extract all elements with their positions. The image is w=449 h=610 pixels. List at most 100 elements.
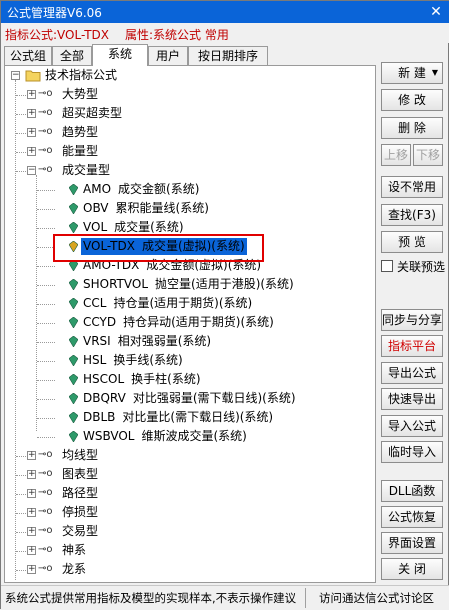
formula-code: HSCOL (83, 372, 125, 386)
formula-desc: 维斯波成交量(系统) (141, 429, 247, 443)
key-icon: ⊸o (38, 506, 53, 517)
formula-desc: 累积能量线(系统) (115, 201, 209, 215)
checkbox-box[interactable] (381, 260, 393, 272)
temp-import-button[interactable]: 临时导入 (381, 441, 443, 463)
move-up-button[interactable]: 上移 (381, 144, 411, 166)
formula-code: CCL (83, 296, 107, 310)
window-title: 公式管理器V6.06 (7, 6, 102, 20)
formula-desc: 对比量比(需下载日线)(系统) (122, 410, 274, 424)
formula-code: SHORTVOL (83, 277, 149, 291)
tree-root-label: 技术指标公式 (45, 68, 118, 82)
tab-formula-group[interactable]: 公式组 (4, 46, 52, 66)
tree-group-label: 神系 (62, 543, 87, 557)
formula-code: OBV (83, 201, 109, 215)
formula-icon (69, 355, 78, 366)
formula-desc: 成交金额(系统) (118, 182, 200, 196)
formula-code: VRSI (83, 334, 111, 348)
preview-button[interactable]: 预 览 (381, 231, 443, 253)
dll-function-button[interactable]: DLL函数 (381, 480, 443, 502)
formula-icon (69, 431, 78, 442)
tree-group-label: 大势型 (62, 87, 99, 101)
key-icon: ⊸o (38, 525, 53, 536)
formula-desc: 换手柱(系统) (131, 372, 201, 386)
tree-group-label: 能量型 (62, 144, 99, 158)
expand-icon[interactable]: + (27, 147, 36, 156)
move-down-button[interactable]: 下移 (413, 144, 443, 166)
formula-desc: 持仓异动(适用于期货)(系统) (123, 315, 274, 329)
expand-icon[interactable]: + (27, 546, 36, 555)
ui-settings-button[interactable]: 界面设置 (381, 532, 443, 554)
tree-group-label: 路径型 (62, 486, 99, 500)
formula-icon (69, 393, 78, 404)
key-icon: ⊸o (38, 487, 53, 498)
formula-icon (69, 336, 78, 347)
formula-info-bar: 指标公式:VOL-TDX 属性:系统公式 常用 (1, 23, 449, 43)
tab-sort-by-date[interactable]: 按日期排序 (188, 46, 268, 66)
tab-strip: 公式组 全部 系统 用户 按日期排序 (4, 44, 376, 66)
formula-code: DBQRV (83, 391, 126, 405)
export-formula-button[interactable]: 导出公式 (381, 362, 443, 384)
close-button[interactable]: 关 闭 (381, 558, 443, 580)
forum-link[interactable]: 访问通达信公式讨论区 (319, 589, 434, 607)
folder-icon (25, 70, 41, 82)
formula-code: WSBVOL (83, 429, 135, 443)
tree-group-label: 交易型 (62, 524, 99, 538)
tab-all[interactable]: 全部 (52, 46, 92, 66)
formula-icon (69, 298, 78, 309)
formula-manager-window: 公式管理器V6.06 ✕ 指标公式:VOL-TDX 属性:系统公式 常用 公式组… (0, 0, 449, 610)
tree-group-label: 龙系 (62, 562, 87, 576)
key-icon: ⊸o (38, 126, 53, 137)
restore-formula-button[interactable]: 公式恢复 (381, 506, 443, 528)
expand-icon[interactable]: + (27, 90, 36, 99)
expand-icon[interactable]: + (27, 109, 36, 118)
delete-button[interactable]: 删 除 (381, 117, 443, 139)
formula-icon (69, 374, 78, 385)
tree-group-label: 超买超卖型 (62, 106, 123, 120)
indicator-label: 指标公式:VOL-TDX (5, 28, 109, 42)
new-button[interactable]: 新 建 ▼ (381, 62, 443, 84)
formula-code: AMO (83, 182, 112, 196)
indicator-platform-button[interactable]: 指标平台 (381, 335, 443, 357)
formula-icon (69, 279, 78, 290)
tree-group-label: 停损型 (62, 505, 99, 519)
sync-share-button[interactable]: 同步与分享 (381, 309, 443, 331)
chevron-down-icon[interactable]: ▼ (432, 63, 438, 83)
title-bar: 公式管理器V6.06 ✕ (1, 1, 449, 23)
key-icon: ⊸o (38, 449, 53, 460)
expand-icon[interactable]: + (27, 451, 36, 460)
find-button[interactable]: 查找(F3) (381, 204, 443, 226)
key-icon: ⊸o (38, 88, 53, 99)
formula-code: CCYD (83, 315, 117, 329)
collapse-icon[interactable]: − (11, 71, 20, 80)
set-uncommon-button[interactable]: 设不常用 (381, 176, 443, 198)
formula-icon (69, 317, 78, 328)
tree-group-label: 成交量型 (62, 163, 111, 177)
expand-icon[interactable]: + (27, 128, 36, 137)
tree-group-label: 均线型 (62, 448, 99, 462)
quick-export-button[interactable]: 快速导出 (381, 388, 443, 410)
key-icon: ⊸o (38, 145, 53, 156)
expand-icon[interactable]: + (27, 489, 36, 498)
expand-icon[interactable]: + (27, 508, 36, 517)
tab-system[interactable]: 系统 (92, 44, 148, 66)
expand-icon[interactable]: + (27, 527, 36, 536)
key-icon: ⊸o (38, 563, 53, 574)
status-bar: 系统公式提供常用指标及模型的实现样本,不表示操作建议 访问通达信公式讨论区 (1, 585, 449, 610)
key-icon: ⊸o (38, 468, 53, 479)
import-formula-button[interactable]: 导入公式 (381, 415, 443, 437)
formula-code: DBLB (83, 410, 116, 424)
formula-icon (69, 184, 78, 195)
formula-desc: 持仓量(适用于期货)(系统) (113, 296, 253, 310)
tab-user[interactable]: 用户 (148, 46, 188, 66)
expand-icon[interactable]: + (27, 470, 36, 479)
close-icon[interactable]: ✕ (422, 1, 449, 23)
tree-group-label: 图表型 (62, 467, 99, 481)
formula-tree[interactable]: − 技术指标公式 + ⊸o 大势型 + ⊸o 超买超卖型 + ⊸o 趋势型 + … (4, 65, 376, 583)
expand-icon[interactable]: + (27, 565, 36, 574)
collapse-icon[interactable]: − (27, 166, 36, 175)
key-icon: ⊸o (38, 164, 53, 175)
formula-code: HSL (83, 353, 107, 367)
modify-button[interactable]: 修 改 (381, 89, 443, 111)
formula-icon (69, 222, 78, 233)
status-text: 系统公式提供常用指标及模型的实现样本,不表示操作建议 (5, 591, 297, 605)
